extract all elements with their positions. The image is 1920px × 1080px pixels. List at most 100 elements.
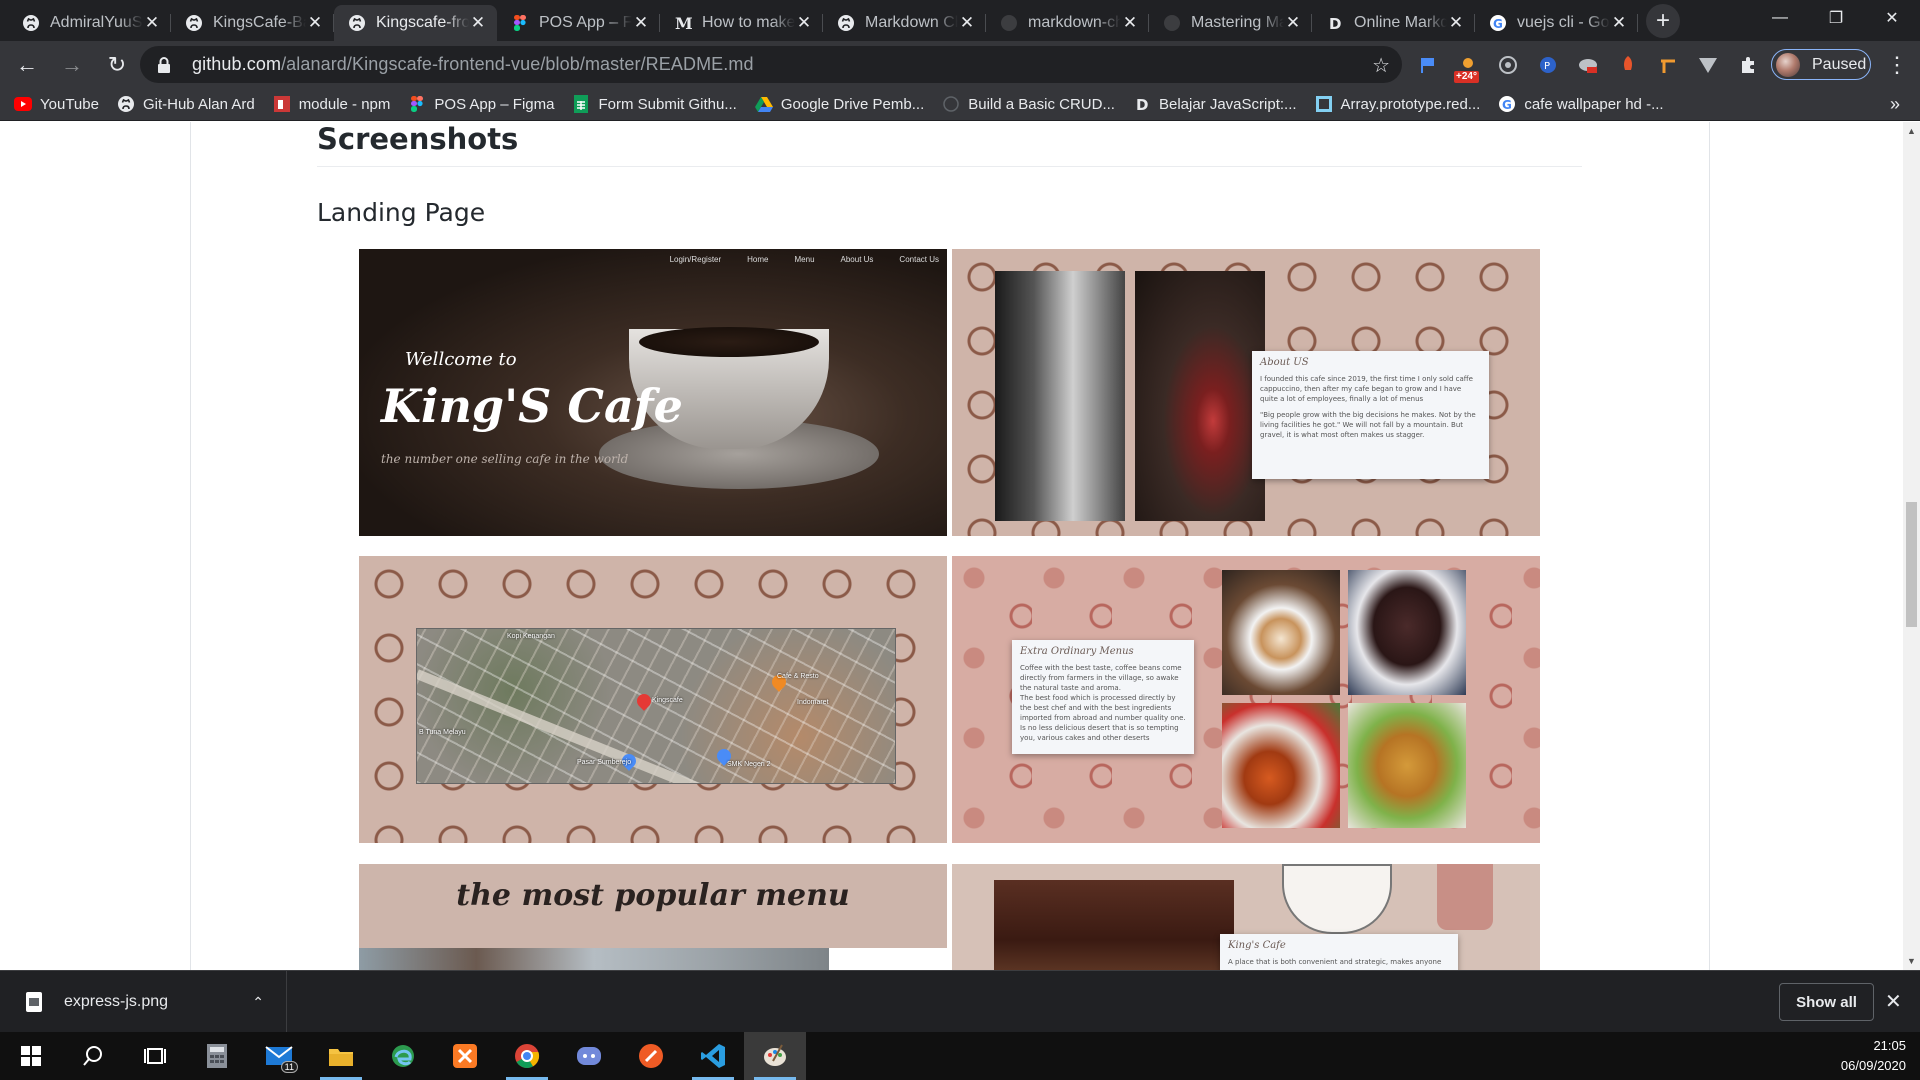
- bookmarks-overflow-icon[interactable]: »: [1890, 94, 1900, 115]
- tab-10[interactable]: Gvuejs cli - Google✕: [1475, 5, 1638, 41]
- close-window-icon[interactable]: ✕: [1864, 0, 1920, 36]
- bookmark-item[interactable]: Form Submit Githu...: [572, 95, 737, 113]
- scroll-down-icon[interactable]: ▼: [1907, 956, 1916, 966]
- calculator-icon[interactable]: [186, 1032, 248, 1080]
- file-explorer-icon[interactable]: [310, 1032, 372, 1080]
- bookmark-label: cafe wallpaper hd -...: [1524, 95, 1664, 113]
- tab-9[interactable]: D Online Markdown✕: [1312, 5, 1475, 41]
- tab-3[interactable]: Kingscafe-frontend✕: [334, 5, 497, 41]
- bookmark-item[interactable]: Build a Basic CRUD...: [942, 95, 1115, 113]
- close-icon[interactable]: ✕: [1610, 13, 1628, 32]
- paint-icon[interactable]: [744, 1032, 806, 1080]
- svg-text:P: P: [1544, 61, 1550, 72]
- close-icon[interactable]: ✕: [958, 13, 976, 32]
- close-icon[interactable]: ✕: [469, 13, 487, 32]
- screenshot-about[interactable]: About US I founded this cafe since 2019,…: [952, 249, 1540, 536]
- photo-salmon: [1222, 703, 1340, 828]
- mail-icon[interactable]: 11: [248, 1032, 310, 1080]
- bookmark-item[interactable]: YouTube: [14, 95, 99, 113]
- postman-icon[interactable]: [620, 1032, 682, 1080]
- popular-menu-blank: [829, 948, 947, 970]
- tab-4[interactable]: POS App – Figma✕: [497, 5, 660, 41]
- svg-text:G: G: [1502, 98, 1512, 112]
- forward-icon[interactable]: →: [54, 47, 90, 83]
- bookmark-item[interactable]: Array.prototype.red...: [1315, 95, 1480, 113]
- rocket-extension-icon[interactable]: [1612, 49, 1644, 81]
- chevron-up-icon[interactable]: ⌃: [252, 994, 264, 1011]
- close-icon[interactable]: ✕: [1447, 13, 1465, 32]
- youtube-icon: [14, 95, 32, 113]
- about-photo-book: [995, 271, 1125, 521]
- bookmark-item[interactable]: Google Drive Pemb...: [754, 95, 924, 113]
- search-icon[interactable]: [62, 1032, 124, 1080]
- bookmark-item[interactable]: Gcafe wallpaper hd -...: [1498, 95, 1664, 113]
- bookmark-item[interactable]: D Belajar JavaScript:...: [1133, 95, 1297, 114]
- discord-icon[interactable]: [558, 1032, 620, 1080]
- screenshot-menus[interactable]: Extra Ordinary Menus Coffee with the bes…: [952, 556, 1540, 843]
- bookmark-label: YouTube: [40, 95, 99, 113]
- close-icon[interactable]: ✕: [1121, 13, 1139, 32]
- profile-button[interactable]: Paused: [1771, 49, 1871, 80]
- about-card-title: About US: [1260, 357, 1309, 368]
- nav-login: Login/Register: [669, 255, 722, 264]
- minimize-icon[interactable]: —: [1752, 0, 1808, 36]
- svg-text:M: M: [675, 14, 692, 32]
- screenshot-map[interactable]: Kopi Kenangan Cafe & Resto Kingscafe Ind…: [359, 556, 947, 843]
- reload-icon[interactable]: ↻: [99, 47, 135, 83]
- bookmark-item[interactable]: POS App – Figma: [408, 95, 554, 113]
- task-view-icon[interactable]: [124, 1032, 186, 1080]
- close-icon[interactable]: ✕: [306, 13, 324, 32]
- cloud-extension-icon[interactable]: [1572, 49, 1604, 81]
- close-icon[interactable]: ✕: [795, 13, 813, 32]
- bookmark-item[interactable]: Git-Hub Alan Ard: [117, 95, 255, 113]
- bookmark-star-icon[interactable]: ☆: [1372, 53, 1390, 78]
- close-icon[interactable]: ✕: [1284, 13, 1302, 32]
- tab-title: How to make: [702, 14, 795, 31]
- tab-1[interactable]: AdmiralYuuSyu✕: [8, 5, 171, 41]
- dark-reader-extension-icon[interactable]: [1492, 49, 1524, 81]
- tab-5[interactable]: M How to make ✕: [660, 5, 823, 41]
- tab-8[interactable]: Mastering Markdown✕: [1149, 5, 1312, 41]
- vue-devtools-icon[interactable]: [1692, 49, 1724, 81]
- flag-extension-icon[interactable]: [1412, 49, 1444, 81]
- new-tab-button[interactable]: +: [1646, 4, 1680, 38]
- tab-title: Online Markdown: [1354, 14, 1447, 31]
- bookmark-list: YouTube Git-Hub Alan Ard module - npm POS A…: [14, 95, 1682, 113]
- edge-icon[interactable]: [372, 1032, 434, 1080]
- cafe-interior-photo: [994, 880, 1234, 970]
- xampp-icon[interactable]: [434, 1032, 496, 1080]
- extensions-puzzle-icon[interactable]: [1732, 49, 1764, 81]
- close-download-bar-icon[interactable]: ✕: [1885, 989, 1902, 1014]
- map-label: Indomaret: [797, 699, 829, 706]
- download-bar: express-js.png ⌃ Show all ✕: [0, 970, 1920, 1033]
- scroll-up-icon[interactable]: ▲: [1907, 126, 1916, 136]
- system-clock[interactable]: 21:05 06/09/2020: [1841, 1036, 1906, 1076]
- show-all-button[interactable]: Show all: [1779, 983, 1874, 1021]
- close-icon[interactable]: ✕: [632, 13, 650, 32]
- playstation-extension-icon[interactable]: P: [1532, 49, 1564, 81]
- download-filename: express-js.png: [64, 993, 169, 1010]
- vscode-icon[interactable]: [682, 1032, 744, 1080]
- tab-2[interactable]: KingsCafe-Backend✕: [171, 5, 334, 41]
- screenshot-hero[interactable]: Login/Register Home Menu About Us Contac…: [359, 249, 947, 536]
- download-item[interactable]: express-js.png ⌃: [0, 971, 287, 1033]
- address-bar[interactable]: github.com/alanard/Kingscafe-frontend-vu…: [140, 46, 1402, 83]
- svg-text:G: G: [1493, 17, 1503, 31]
- pick-extension-icon[interactable]: [1652, 49, 1684, 81]
- screenshot-kings-cafe[interactable]: King's Cafe A place that is both conveni…: [952, 864, 1540, 970]
- restore-icon[interactable]: ❐: [1808, 0, 1864, 36]
- tab-7[interactable]: markdown-cheatsheet✕: [986, 5, 1149, 41]
- page-scrollbar[interactable]: ▲ ▼: [1903, 122, 1920, 970]
- close-icon[interactable]: ✕: [143, 13, 161, 32]
- scroll-thumb[interactable]: [1906, 502, 1917, 627]
- back-icon[interactable]: ←: [9, 47, 45, 83]
- menus-card: Extra Ordinary Menus Coffee with the bes…: [1012, 640, 1194, 754]
- browser-menu-icon[interactable]: ⋮: [1882, 49, 1912, 81]
- bookmark-item[interactable]: module - npm: [273, 95, 390, 113]
- weather-extension-icon[interactable]: +24°: [1452, 49, 1484, 83]
- chrome-icon[interactable]: [496, 1032, 558, 1080]
- map-label: Cafe & Resto: [777, 673, 819, 680]
- start-windows-icon[interactable]: [0, 1032, 62, 1080]
- tab-6[interactable]: Markdown Cheatsheet✕: [823, 5, 986, 41]
- screenshot-popular-menu[interactable]: the most popular menu: [359, 864, 947, 970]
